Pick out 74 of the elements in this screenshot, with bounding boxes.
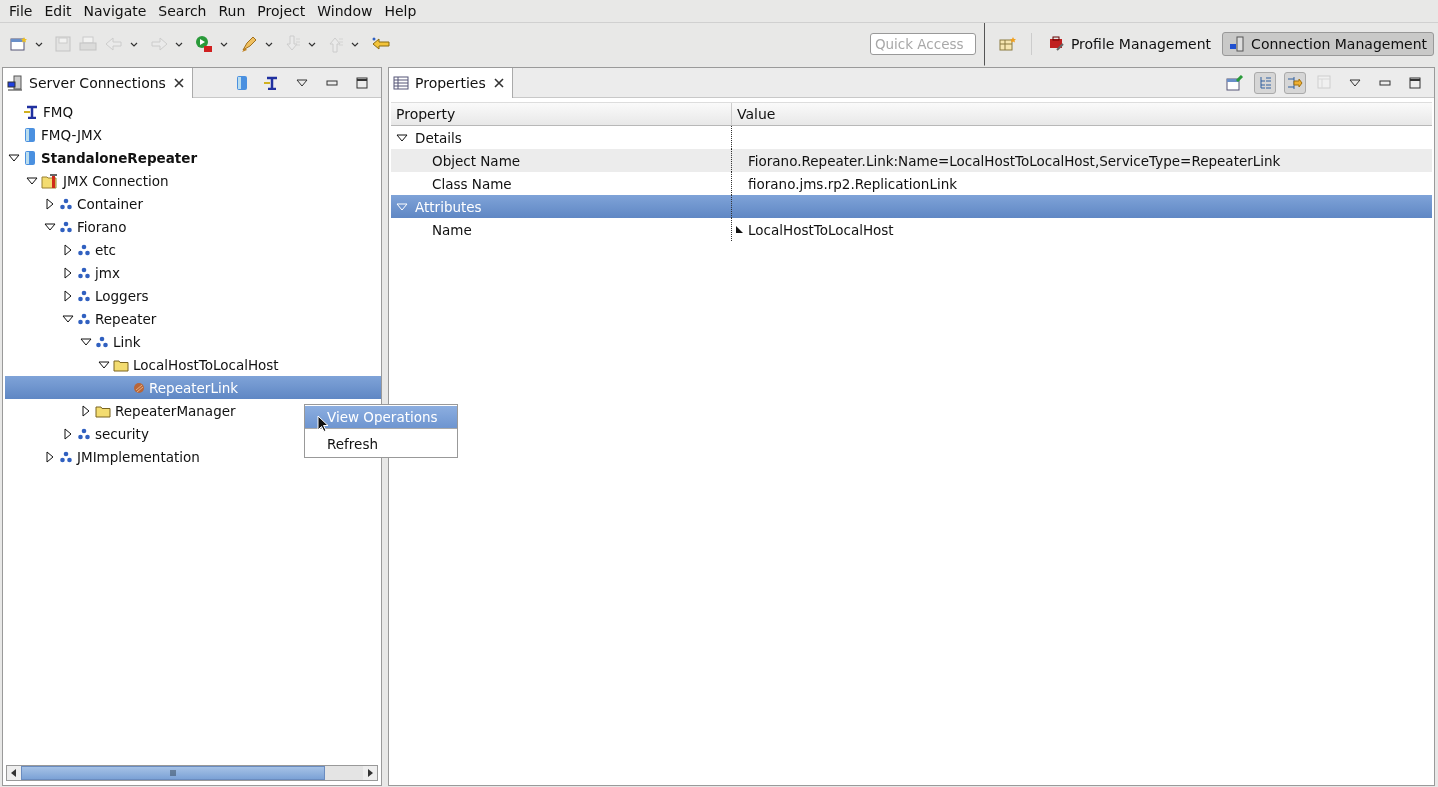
category-label: Details bbox=[415, 129, 462, 146]
properties-tab[interactable]: Properties bbox=[389, 68, 513, 98]
close-icon[interactable] bbox=[173, 78, 184, 88]
menu-item[interactable]: Navigate bbox=[77, 3, 153, 19]
menu-item[interactable]: Edit bbox=[38, 3, 78, 19]
tree-item[interactable]: LocalHostToLocalHost bbox=[133, 356, 279, 373]
perspective-button[interactable]: Profile Management bbox=[1041, 31, 1219, 56]
advanced-properties-icon[interactable] bbox=[1284, 71, 1306, 94]
menu-item[interactable]: Help bbox=[378, 3, 423, 19]
tree-item[interactable]: security bbox=[95, 425, 149, 442]
computer-icon bbox=[7, 75, 23, 91]
dots-icon bbox=[59, 220, 73, 233]
tree-item[interactable]: Repeater bbox=[95, 310, 157, 327]
column-header[interactable]: Value bbox=[732, 103, 776, 125]
menu-item[interactable]: Run bbox=[212, 3, 252, 19]
pointer-cursor-icon bbox=[317, 415, 329, 433]
perspective-button[interactable]: Connection Management bbox=[1222, 31, 1434, 56]
tree-item[interactable]: RepeaterManager bbox=[115, 402, 236, 419]
dots-icon bbox=[59, 450, 73, 463]
folder-icon bbox=[113, 357, 129, 372]
database-icon bbox=[23, 126, 37, 143]
close-icon[interactable] bbox=[493, 78, 504, 88]
tree-item[interactable]: jmx bbox=[95, 264, 120, 281]
menu-item[interactable]: Project bbox=[251, 3, 312, 19]
dots-icon bbox=[77, 243, 91, 256]
table-icon bbox=[393, 76, 409, 90]
dots-icon bbox=[77, 266, 91, 279]
quick-access-field[interactable]: Quick Access bbox=[869, 33, 976, 55]
tree-item[interactable]: Link bbox=[113, 333, 141, 350]
dots-icon bbox=[59, 197, 73, 210]
collapse-icon[interactable] bbox=[25, 176, 39, 185]
dots-icon bbox=[95, 335, 109, 348]
property-name: Name bbox=[432, 221, 472, 238]
grip-icon bbox=[169, 770, 177, 776]
bean-icon bbox=[133, 381, 145, 394]
column-header[interactable]: Property bbox=[391, 103, 732, 125]
dots-icon bbox=[77, 289, 91, 302]
property-name: Object Name bbox=[432, 152, 521, 169]
horizontal-scrollbar[interactable] bbox=[6, 765, 378, 781]
tree-item[interactable]: JMX Connection bbox=[63, 172, 169, 189]
tree-item[interactable]: JMImplementation bbox=[77, 448, 200, 465]
tools-folder-icon bbox=[41, 172, 59, 189]
tree-item[interactable]: Container bbox=[77, 195, 143, 212]
computer-icon bbox=[1229, 35, 1246, 52]
collapse-icon[interactable] bbox=[79, 337, 93, 346]
dots-icon bbox=[77, 427, 91, 440]
tree-item[interactable]: FMQ-JMX bbox=[41, 126, 102, 143]
menu-option[interactable]: Refresh bbox=[305, 433, 457, 455]
menu-item[interactable]: Search bbox=[152, 3, 213, 19]
scroll-left-icon[interactable] bbox=[11, 769, 17, 777]
collapse-icon[interactable] bbox=[43, 222, 57, 231]
tree-item[interactable]: StandaloneRepeater bbox=[41, 149, 198, 166]
collapse-icon[interactable] bbox=[97, 360, 111, 369]
collapse-icon[interactable] bbox=[395, 133, 409, 142]
database-icon bbox=[23, 149, 37, 166]
tree-item[interactable]: Loggers bbox=[95, 287, 149, 304]
dots-icon bbox=[77, 312, 91, 325]
connector-icon bbox=[23, 104, 39, 119]
menu-item[interactable]: File bbox=[3, 3, 39, 19]
tree-item[interactable]: Fiorano bbox=[77, 218, 127, 235]
property-value: Fiorano.Repeater.Link:Name=LocalHostToLocalHost,ServiceType=RepeaterLink bbox=[748, 152, 1281, 169]
scroll-right-icon[interactable] bbox=[367, 769, 373, 777]
folder-icon bbox=[95, 403, 111, 418]
category-label: Attributes bbox=[415, 198, 482, 215]
property-value: fiorano.jms.rp2.ReplicationLink bbox=[748, 175, 958, 192]
tree-item[interactable]: FMQ bbox=[43, 103, 74, 120]
server-connections-tab[interactable]: Server Connections bbox=[3, 68, 193, 98]
property-value: LocalHostToLocalHost bbox=[748, 221, 894, 238]
collapse-icon[interactable] bbox=[61, 314, 75, 323]
toolbox-icon bbox=[1048, 35, 1065, 52]
menu-item[interactable]: Window bbox=[311, 3, 379, 19]
property-name: Class Name bbox=[432, 175, 512, 192]
tree-item[interactable]: etc bbox=[95, 241, 117, 258]
collapse-icon[interactable] bbox=[7, 153, 21, 162]
